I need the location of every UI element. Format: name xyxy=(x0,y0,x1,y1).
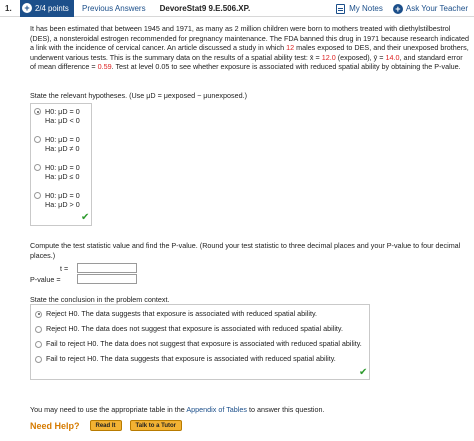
read-it-button[interactable]: Read It xyxy=(89,420,122,431)
conclusion-option-3[interactable]: Fail to reject H0. The data does not sug… xyxy=(35,339,362,348)
p-value-label: P-value = xyxy=(30,275,61,284)
h0-label: H0: μD = 0 xyxy=(45,135,80,144)
radio-button-selected[interactable] xyxy=(35,310,42,318)
hypothesis-option-3[interactable]: H0: μD = 0 Ha: μD ≤ 0 xyxy=(34,163,80,181)
sample-size-value: 12 xyxy=(286,43,295,53)
conclusion-option-label: Reject H0. The data does not suggest tha… xyxy=(46,324,343,333)
h0-label: H0: μD = 0 xyxy=(45,191,80,200)
talk-to-tutor-button[interactable]: Talk to a Tutor xyxy=(129,420,182,431)
h0-label: H0: μD = 0 xyxy=(45,163,80,172)
points-badge[interactable]: + 2/4 points xyxy=(20,0,74,17)
plus-circle-icon: + xyxy=(392,3,403,14)
radio-button[interactable] xyxy=(34,164,41,171)
ask-teacher-button[interactable]: + Ask Your Teacher xyxy=(392,3,468,14)
question-number: 1. xyxy=(5,3,12,13)
conclusion-option-label: Reject H0. The data suggests that exposu… xyxy=(46,309,318,318)
test-statistic-input[interactable] xyxy=(77,263,137,273)
my-notes-button[interactable]: My Notes xyxy=(336,3,383,14)
hypothesis-option-2[interactable]: H0: μD = 0 Ha: μD ≠ 0 xyxy=(34,135,80,153)
problem-statement: It has been estimated that between 1945 … xyxy=(30,24,470,72)
ybar-value: 14.0 xyxy=(385,52,400,62)
conclusion-choices: Reject H0. The data suggests that exposu… xyxy=(30,304,370,380)
question-header: 1. + 2/4 points Previous Answers DevoreS… xyxy=(0,0,474,17)
hypotheses-prompt: State the relevant hypotheses. (Use μD =… xyxy=(30,91,247,100)
radio-button[interactable] xyxy=(35,355,42,363)
conclusion-option-4[interactable]: Fail to reject H0. The data suggests tha… xyxy=(35,354,336,363)
radio-button[interactable] xyxy=(34,192,41,199)
conclusion-prompt: State the conclusion in the problem cont… xyxy=(30,295,170,304)
conclusion-option-label: Fail to reject H0. The data does not sug… xyxy=(46,339,362,348)
compute-prompt: Compute the test statistic value and fin… xyxy=(30,241,461,260)
t-label: t = xyxy=(60,264,69,273)
ask-teacher-label: Ask Your Teacher xyxy=(405,4,468,13)
ha-label: Ha: μD > 0 xyxy=(45,200,80,209)
need-help-label: Need Help? xyxy=(30,420,80,431)
ha-label: Ha: μD < 0 xyxy=(45,116,80,125)
hypotheses-choices: H0: μD = 0 Ha: μD < 0 H0: μD = 0 Ha: μD … xyxy=(30,103,92,226)
expand-plus-icon[interactable]: + xyxy=(22,3,32,13)
my-notes-label: My Notes xyxy=(349,4,383,13)
radio-button-selected[interactable] xyxy=(34,108,41,115)
points-label: 2/4 points xyxy=(35,3,69,13)
hypothesis-option-1[interactable]: H0: μD = 0 Ha: μD < 0 xyxy=(34,107,80,125)
se-value: 0.59 xyxy=(97,62,112,72)
conclusion-option-2[interactable]: Reject H0. The data does not suggest tha… xyxy=(35,324,343,333)
p-value-input[interactable] xyxy=(77,274,137,284)
problem-text: It has been estimated that between 1945 … xyxy=(30,24,469,72)
ha-label: Ha: μD ≠ 0 xyxy=(45,144,80,153)
note-icon xyxy=(336,3,346,14)
xbar-value: 12.0 xyxy=(321,52,336,62)
ha-label: Ha: μD ≤ 0 xyxy=(45,172,80,181)
radio-button[interactable] xyxy=(34,136,41,143)
table-note: You may need to use the appropriate tabl… xyxy=(30,405,325,414)
radio-button[interactable] xyxy=(35,340,42,348)
correct-check-icon: ✔ xyxy=(359,367,368,378)
help-bar: Need Help? Read It Talk to a Tutor xyxy=(30,420,190,431)
h0-label: H0: μD = 0 xyxy=(45,107,80,116)
previous-answers-link[interactable]: Previous Answers xyxy=(82,4,146,13)
correct-check-icon: ✔ xyxy=(81,212,90,223)
conclusion-option-1[interactable]: Reject H0. The data suggests that exposu… xyxy=(35,309,317,318)
appendix-link[interactable]: Appendix of Tables xyxy=(186,405,247,414)
problem-id: DevoreStat9 9.E.506.XP. xyxy=(159,3,251,13)
radio-button[interactable] xyxy=(35,325,42,333)
hypothesis-option-4[interactable]: H0: μD = 0 Ha: μD > 0 xyxy=(34,191,80,209)
conclusion-option-label: Fail to reject H0. The data suggests tha… xyxy=(46,354,336,363)
